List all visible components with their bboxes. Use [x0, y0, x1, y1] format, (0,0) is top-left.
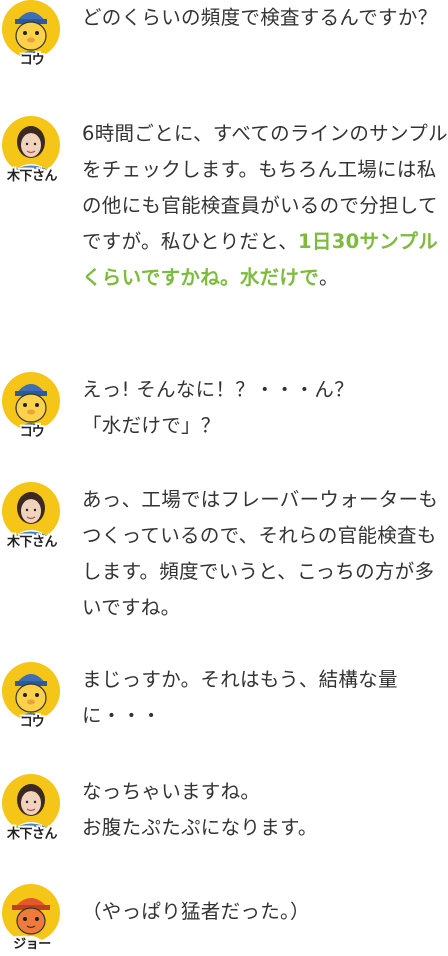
speaker-name: 木下さん: [6, 535, 58, 550]
avatar: 木下さん: [0, 774, 64, 846]
speaker-name: コウ: [19, 715, 45, 730]
speech-segment: 。: [319, 266, 339, 289]
avatar: コウ: [0, 372, 64, 444]
speech-segment: まじっすか。それはもう、結構な量に・・・: [82, 668, 398, 727]
speech-segment: 「水だけで」？: [82, 414, 221, 437]
speech-segment: えっ! そんなに！？・・・ん？: [82, 378, 355, 401]
avatar: コウ: [0, 0, 64, 72]
speech-text: えっ! そんなに！？・・・ん？ 「水だけで」？: [82, 372, 448, 444]
speech-segment: あっ、工場ではフレーバーウォーターもつくっているので、それらの官能検査もします。…: [82, 488, 439, 619]
speech-text: まじっすか。それはもう、結構な量に・・・: [82, 662, 448, 734]
speech-text: なっちゃいますね。 お腹たぷたぷになります。: [82, 774, 448, 846]
avatar: 木下さん: [0, 116, 64, 188]
speaker-name: ジョー: [13, 937, 51, 952]
avatar: ジョー: [0, 884, 64, 956]
speech-segment: どのくらいの頻度で検査するんですか？: [82, 6, 438, 29]
speaker-name: コウ: [19, 425, 45, 440]
speech-segment: お腹たぷたぷになります。: [82, 816, 318, 839]
speaker-name: コウ: [19, 53, 45, 68]
speech-segment: （やっぱり猛者だった。）: [82, 900, 310, 923]
speech-segment: なっちゃいますね。: [82, 780, 261, 803]
speaker-name: 木下さん: [6, 169, 58, 184]
speech-text: どのくらいの頻度で検査するんですか？: [82, 0, 448, 36]
speech-text: （やっぱり猛者だった。）: [82, 894, 448, 930]
avatar: 木下さん: [0, 482, 64, 554]
avatar: コウ: [0, 662, 64, 734]
speech-text: 6時間ごとに、すべてのラインのサンプルをチェックします。もちろん工場には私の他に…: [82, 116, 448, 296]
speech-text: あっ、工場ではフレーバーウォーターもつくっているので、それらの官能検査もします。…: [82, 482, 448, 626]
speaker-name: 木下さん: [6, 827, 58, 842]
